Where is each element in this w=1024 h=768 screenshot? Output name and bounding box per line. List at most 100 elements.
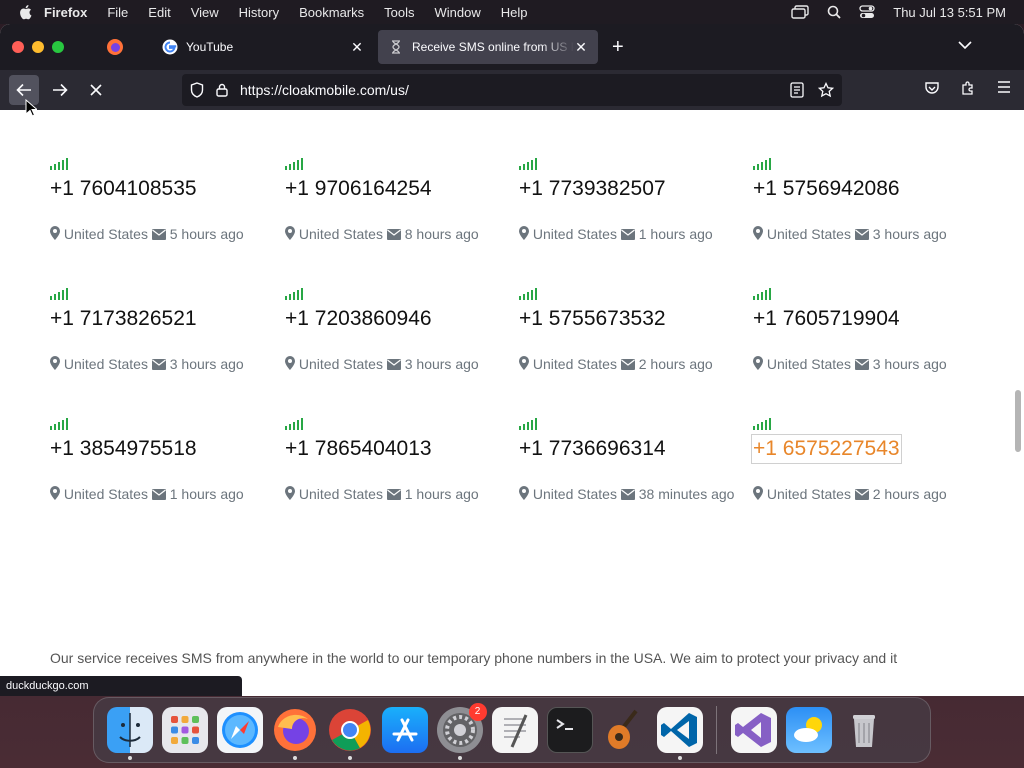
phone-number-card[interactable]: +1 7605719904 United States 3 hours ago [753,288,983,378]
new-tab-button[interactable]: + [612,37,624,57]
number-meta: United States 3 hours ago [50,350,280,378]
location-pin-icon [519,356,529,372]
menu-edit[interactable]: Edit [148,5,170,20]
close-tab-icon[interactable]: ✕ [350,40,364,54]
location-pin-icon [519,226,529,242]
url-text[interactable]: https://cloakmobile.com/us/ [240,82,409,98]
garageband-icon[interactable] [602,707,648,753]
phone-number-link[interactable]: +1 6575227543 [751,434,902,464]
firefox-view-icon[interactable] [106,38,124,56]
menu-file[interactable]: File [107,5,128,20]
phone-number-link[interactable]: +1 5756942086 [753,176,983,202]
screen-mirroring-icon[interactable] [791,5,809,19]
navigation-toolbar: https://cloakmobile.com/us/ [0,70,1024,110]
phone-number-link[interactable]: +1 7865404013 [285,436,515,462]
menu-help[interactable]: Help [501,5,528,20]
tracking-protection-shield-icon[interactable] [190,82,204,98]
menu-window[interactable]: Window [435,5,481,20]
menu-history[interactable]: History [239,5,279,20]
phone-number-link[interactable]: +1 3854975518 [50,436,280,462]
phone-number-card[interactable]: +1 7736696314 United States 38 minutes a… [519,418,749,508]
phone-number-card[interactable]: +1 7865404013 United States 1 hours ago [285,418,515,508]
textedit-icon[interactable] [491,707,538,753]
envelope-icon [151,356,166,372]
trash-icon[interactable] [841,707,887,753]
phone-number-card[interactable]: +1 9706164254 United States 8 hours ago [285,158,515,248]
safari-icon[interactable] [216,707,263,753]
page-scrollbar[interactable] [1015,390,1021,452]
location-pin-icon [753,226,763,242]
menu-app-name[interactable]: Firefox [44,5,87,20]
spotlight-search-icon[interactable] [827,5,841,19]
launchpad-icon[interactable] [161,707,208,753]
phone-number-link[interactable]: +1 9706164254 [285,176,515,202]
app-store-icon[interactable] [381,707,428,753]
hourglass-loading-icon [392,40,400,54]
menu-view[interactable]: View [191,5,219,20]
weather-icon[interactable] [785,707,832,753]
phone-number-card[interactable]: +1 7739382507 United States 1 hours ago [519,158,749,248]
address-bar[interactable]: https://cloakmobile.com/us/ [182,74,842,106]
control-center-icon[interactable] [859,5,875,19]
terminal-icon[interactable] [546,707,593,753]
phone-number-link[interactable]: +1 7605719904 [753,306,983,332]
tab-youtube[interactable]: YouTube ✕ [152,30,374,64]
macos-dock: 2 [93,697,931,763]
last-message-time: 2 hours ago [638,356,713,372]
phone-number-link[interactable]: +1 7739382507 [519,176,749,202]
minimize-window-button[interactable] [32,41,44,53]
signal-strength-icon [285,158,515,170]
country-label: United States [532,226,617,242]
phone-number-card[interactable]: +1 3854975518 United States 1 hours ago [50,418,280,508]
bookmark-star-icon[interactable] [818,82,834,98]
envelope-icon [151,226,166,242]
firefox-icon[interactable] [272,707,318,760]
phone-number-card[interactable]: +1 7604108535 United States 5 hours ago [50,158,280,248]
fullscreen-window-button[interactable] [52,41,64,53]
stop-loading-button[interactable] [81,75,111,105]
menu-bookmarks[interactable]: Bookmarks [299,5,364,20]
country-label: United States [766,226,851,242]
phone-number-link[interactable]: +1 5755673532 [519,306,749,332]
country-label: United States [63,226,148,242]
signal-strength-icon [285,288,515,300]
phone-number-link[interactable]: +1 7604108535 [50,176,280,202]
menu-clock[interactable]: Thu Jul 13 5:51 PM [893,5,1006,20]
back-arrow-icon [16,83,31,97]
number-meta: United States 3 hours ago [285,350,515,378]
visual-studio-icon[interactable] [730,707,777,753]
envelope-icon [386,226,401,242]
number-meta: United States 3 hours ago [753,350,983,378]
tab-cloakmobile[interactable]: Receive SMS online from US Phone Numbers… [378,30,598,64]
system-settings-icon[interactable]: 2 [436,703,487,760]
location-pin-icon [285,486,295,502]
phone-number-card[interactable]: +1 5755673532 United States 2 hours ago [519,288,749,378]
pocket-icon[interactable] [924,80,940,96]
location-pin-icon [285,356,295,372]
phone-number-card[interactable]: +1 6575227543 United States 2 hours ago [751,418,983,508]
phone-number-card[interactable]: +1 7173826521 United States 3 hours ago [50,288,280,378]
list-all-tabs-chevron-icon[interactable] [958,40,972,50]
last-message-time: 3 hours ago [169,356,244,372]
phone-number-link[interactable]: +1 7173826521 [50,306,280,332]
last-message-time: 8 hours ago [404,226,479,242]
chrome-icon[interactable] [327,707,373,760]
signal-strength-icon [50,288,280,300]
close-tab-icon[interactable]: ✕ [574,40,588,54]
hamburger-menu-icon[interactable] [996,80,1012,94]
phone-number-link[interactable]: +1 7203860946 [285,306,515,332]
phone-number-link[interactable]: +1 7736696314 [519,436,749,462]
close-window-button[interactable] [12,41,24,53]
apple-logo-icon[interactable] [18,4,32,20]
forward-button[interactable] [45,75,75,105]
envelope-icon [620,486,635,502]
finder-icon[interactable] [106,707,153,760]
lock-icon[interactable] [216,83,228,97]
reader-view-icon[interactable] [790,82,804,98]
phone-number-card[interactable]: +1 7203860946 United States 3 hours ago [285,288,515,378]
tab-bar: YouTube ✕ Receive SMS online from US Pho… [0,24,1024,70]
vscode-icon[interactable] [656,707,703,760]
menu-tools[interactable]: Tools [384,5,414,20]
phone-number-card[interactable]: +1 5756942086 United States 3 hours ago [753,158,983,248]
extensions-puzzle-icon[interactable] [960,80,976,96]
